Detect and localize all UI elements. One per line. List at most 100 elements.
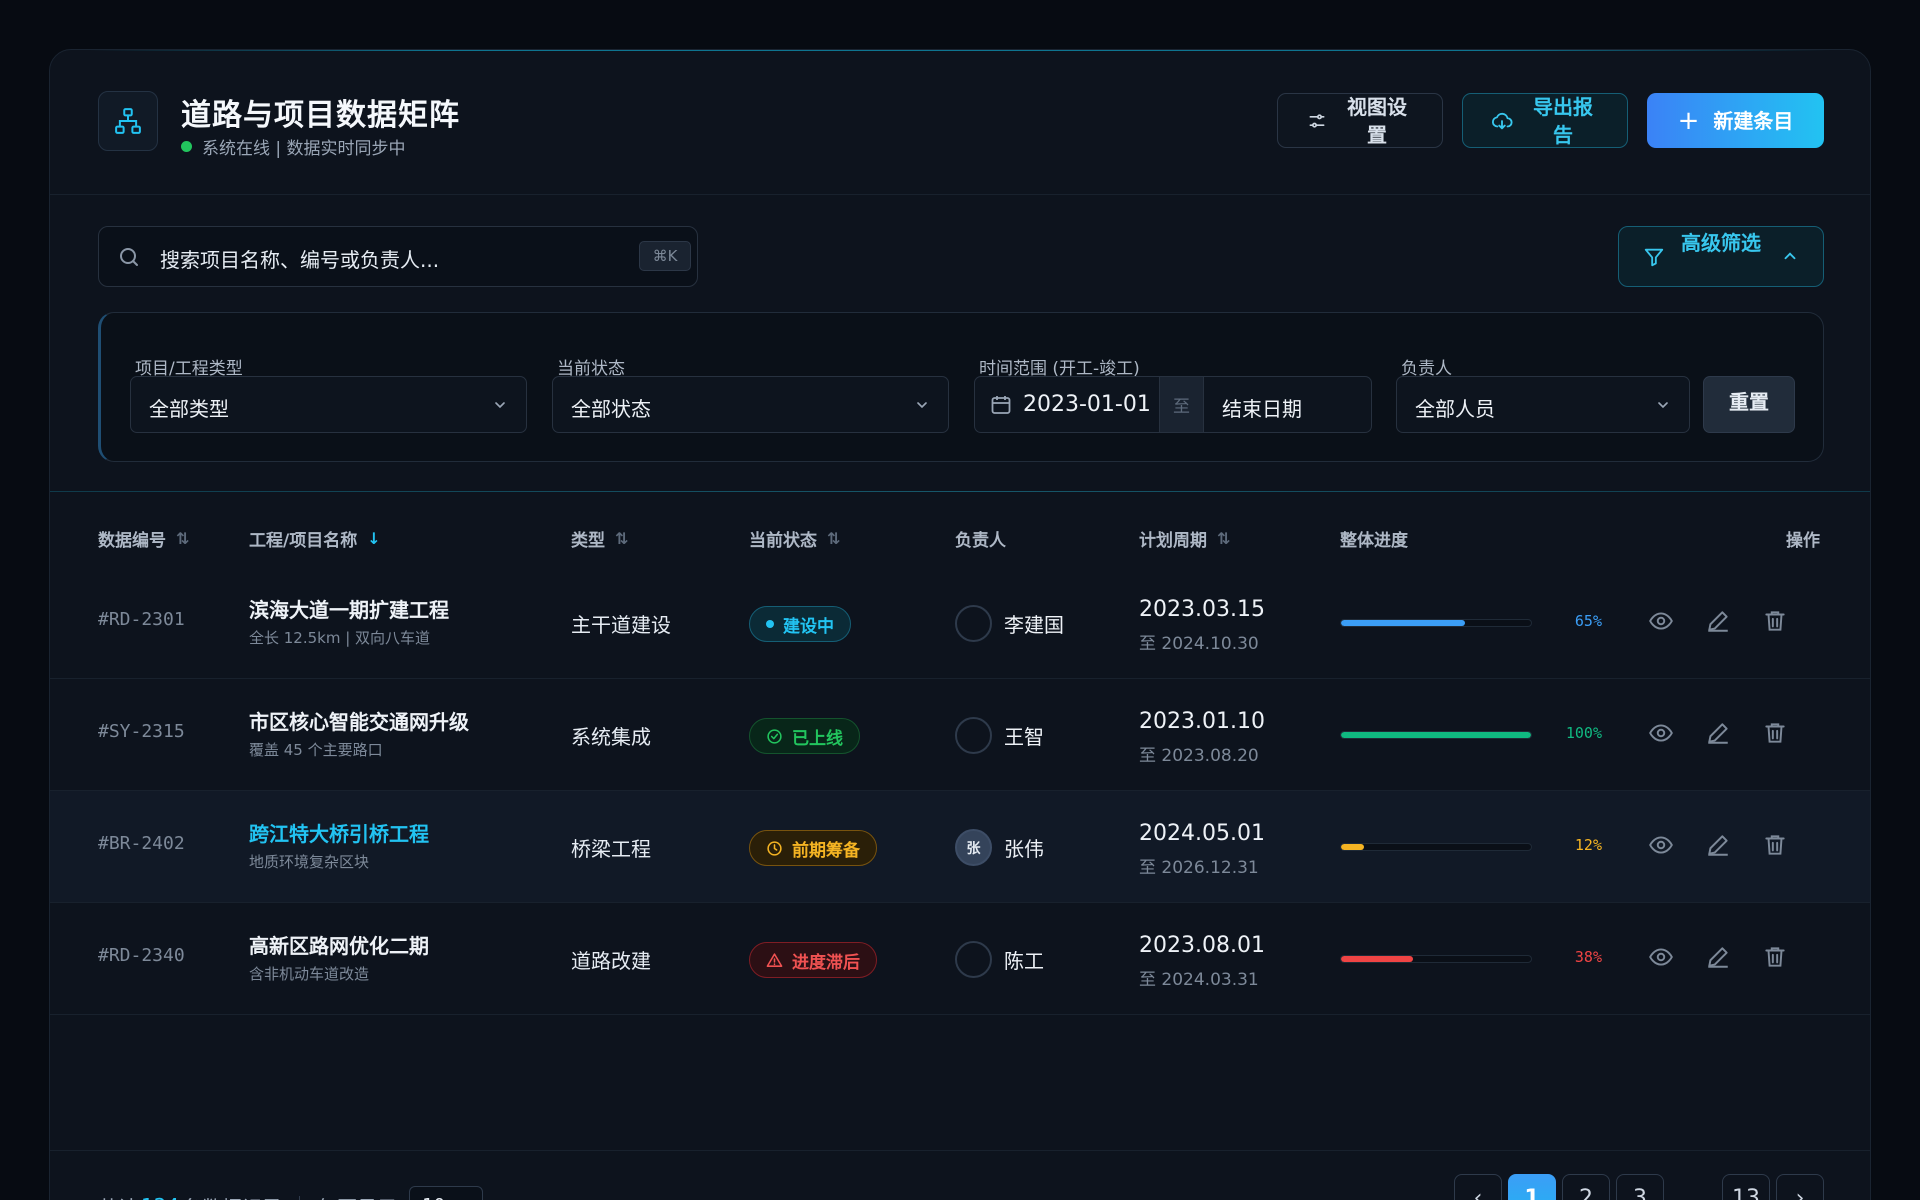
reset-filters-button[interactable]: 重置 xyxy=(1703,376,1795,433)
delete-button[interactable] xyxy=(1758,716,1792,750)
type-filter-select[interactable]: 全部类型 xyxy=(130,376,527,433)
progress-bar-fill xyxy=(1341,732,1531,738)
row-project-detail: 覆盖 45 个主要路口 xyxy=(249,741,383,759)
row-owner: 张伟 xyxy=(1004,837,1044,861)
trash-icon xyxy=(1765,835,1785,855)
app-logo xyxy=(98,91,158,151)
progress-bar xyxy=(1340,619,1532,627)
type-filter-value: 全部类型 xyxy=(149,397,229,421)
row-end-date: 至 2023.08.20 xyxy=(1139,746,1259,766)
column-header-progress-label: 整体进度 xyxy=(1340,531,1408,551)
pagination-ellipsis: ... xyxy=(1674,1186,1694,1200)
start-date-value: 2023-01-01 xyxy=(1023,392,1151,417)
column-header-id-label: 数据编号 xyxy=(98,531,166,551)
page-button-2[interactable]: 2 xyxy=(1562,1174,1610,1200)
column-header-status-label: 当前状态 xyxy=(749,531,817,551)
progress-percent: 100% xyxy=(1565,724,1602,742)
clock-icon xyxy=(767,840,782,856)
next-page-button[interactable]: › xyxy=(1776,1174,1824,1200)
edit-button[interactable] xyxy=(1701,940,1735,974)
search-shortcut-badge: ⌘K xyxy=(639,241,691,271)
view-button[interactable] xyxy=(1644,716,1678,750)
column-header-actions-label: 操作 xyxy=(1786,531,1820,551)
column-header-actions: 操作 xyxy=(1786,526,1820,551)
table-row[interactable]: #SY-2315 市区核心智能交通网升级覆盖 45 个主要路口 系统集成 已上线 王智 2… xyxy=(50,679,1870,791)
page-size-select[interactable]: 10 xyxy=(409,1186,484,1200)
chevron-down-icon xyxy=(1658,402,1668,409)
start-date-input[interactable]: 2023-01-01 xyxy=(974,376,1160,433)
row-project-name[interactable]: 跨江特大桥引桥工程 xyxy=(249,818,429,847)
progress-bar xyxy=(1340,731,1532,739)
prev-page-button[interactable]: ‹ xyxy=(1454,1174,1502,1200)
row-project-name[interactable]: 滨海大道一期扩建工程 xyxy=(249,594,449,623)
search-input[interactable]: 搜索项目名称、编号或负责人... ⌘K xyxy=(98,226,698,287)
row-type: 系统集成 xyxy=(571,725,651,749)
view-button[interactable] xyxy=(1644,940,1678,974)
delete-button[interactable] xyxy=(1758,828,1792,862)
edit-button[interactable] xyxy=(1701,716,1735,750)
row-owner: 陈工 xyxy=(1004,949,1044,973)
column-header-status[interactable]: 当前状态 ⇅ xyxy=(749,526,840,551)
delete-button[interactable] xyxy=(1758,940,1792,974)
view-settings-button[interactable]: 视图设置 xyxy=(1277,93,1443,148)
page-button-1[interactable]: 1 xyxy=(1508,1174,1556,1200)
page-header: 道路与项目数据矩阵 系统在线 | 数据实时同步中 视图设置 导出报告 + 新建条… xyxy=(50,50,1870,195)
trash-icon xyxy=(1765,947,1785,967)
row-owner: 李建国 xyxy=(1004,613,1064,637)
cloud-download-icon xyxy=(1491,112,1513,129)
date-range-separator: 至 xyxy=(1160,376,1203,433)
new-entry-button[interactable]: + 新建条目 xyxy=(1647,93,1824,148)
view-button[interactable] xyxy=(1644,828,1678,862)
status-badge-label: 前期筹备 xyxy=(792,840,860,861)
edit-button[interactable] xyxy=(1701,604,1735,638)
sort-icon: ⇅ xyxy=(176,529,190,548)
table-row[interactable]: #BR-2402 跨江特大桥引桥工程 地质环境复杂区块 桥梁工程 前期筹备 张张伟 2024… xyxy=(50,791,1870,903)
edit-button[interactable] xyxy=(1701,828,1735,862)
status-badge: 前期筹备 xyxy=(749,830,877,866)
row-id: #SY-2315 xyxy=(98,721,185,742)
status-badge: 进度滞后 xyxy=(749,942,877,978)
row-project-name[interactable]: 市区核心智能交通网升级 xyxy=(249,706,469,735)
eye-icon xyxy=(1649,724,1673,742)
online-dot-icon xyxy=(181,141,192,152)
column-header-owner: 负责人 xyxy=(955,526,1006,551)
status-badge: 已上线 xyxy=(749,718,860,754)
status-badge-label: 建设中 xyxy=(783,616,834,637)
chevron-down-icon xyxy=(917,402,927,409)
total-prefix: 共计 xyxy=(98,1192,138,1200)
status-badge-label: 已上线 xyxy=(792,728,843,749)
chevron-down-icon xyxy=(495,402,505,409)
pencil-icon xyxy=(1708,947,1728,968)
search-icon xyxy=(120,248,138,266)
advanced-filter-panel: 项目/工程类型 全部类型 当前状态 全部状态 时间范围 (开工-竣工) 2023… xyxy=(98,312,1824,462)
status-filter-select[interactable]: 全部状态 xyxy=(552,376,949,433)
row-start-date: 2024.05.01 xyxy=(1139,821,1265,846)
row-owner: 王智 xyxy=(1004,725,1044,749)
end-date-input[interactable]: 结束日期 xyxy=(1203,376,1372,433)
last-page-button[interactable]: 13 xyxy=(1722,1174,1770,1200)
eye-icon xyxy=(1649,612,1673,630)
view-button[interactable] xyxy=(1644,604,1678,638)
row-project-name[interactable]: 高新区路网优化二期 xyxy=(249,930,429,959)
column-header-type[interactable]: 类型 ⇅ xyxy=(571,526,628,551)
column-header-name[interactable]: 工程/项目名称 ↓ xyxy=(249,526,381,551)
column-header-id[interactable]: 数据编号 ⇅ xyxy=(98,526,189,551)
progress-bar xyxy=(1340,955,1532,963)
progress-bar-fill xyxy=(1341,620,1465,626)
sort-icon: ⇅ xyxy=(1217,529,1231,548)
main-card: 道路与项目数据矩阵 系统在线 | 数据实时同步中 视图设置 导出报告 + 新建条… xyxy=(49,49,1871,1200)
table-row[interactable]: #RD-2301 滨海大道一期扩建工程 全长 12.5km | 双向八车道 主干道建设… xyxy=(50,567,1870,679)
advanced-filter-button[interactable]: 高级筛选 xyxy=(1618,226,1824,287)
delete-button[interactable] xyxy=(1758,604,1792,638)
table-row[interactable]: #RD-2340 高新区路网优化二期 含非机动车道改造 道路改建 进度滞后 陈工 2023.… xyxy=(50,903,1870,1015)
column-header-period[interactable]: 计划周期 ⇅ xyxy=(1139,526,1230,551)
export-report-button[interactable]: 导出报告 xyxy=(1462,93,1628,148)
filter-icon xyxy=(1644,248,1664,267)
row-start-date: 2023.01.10 xyxy=(1139,709,1265,734)
owner-filter-value: 全部人员 xyxy=(1415,397,1495,421)
column-header-owner-label: 负责人 xyxy=(955,531,1006,551)
check-circle-icon xyxy=(767,728,782,744)
page-button-3[interactable]: 3 xyxy=(1616,1174,1664,1200)
progress-bar-fill xyxy=(1341,956,1414,962)
owner-filter-select[interactable]: 全部人员 xyxy=(1396,376,1690,433)
